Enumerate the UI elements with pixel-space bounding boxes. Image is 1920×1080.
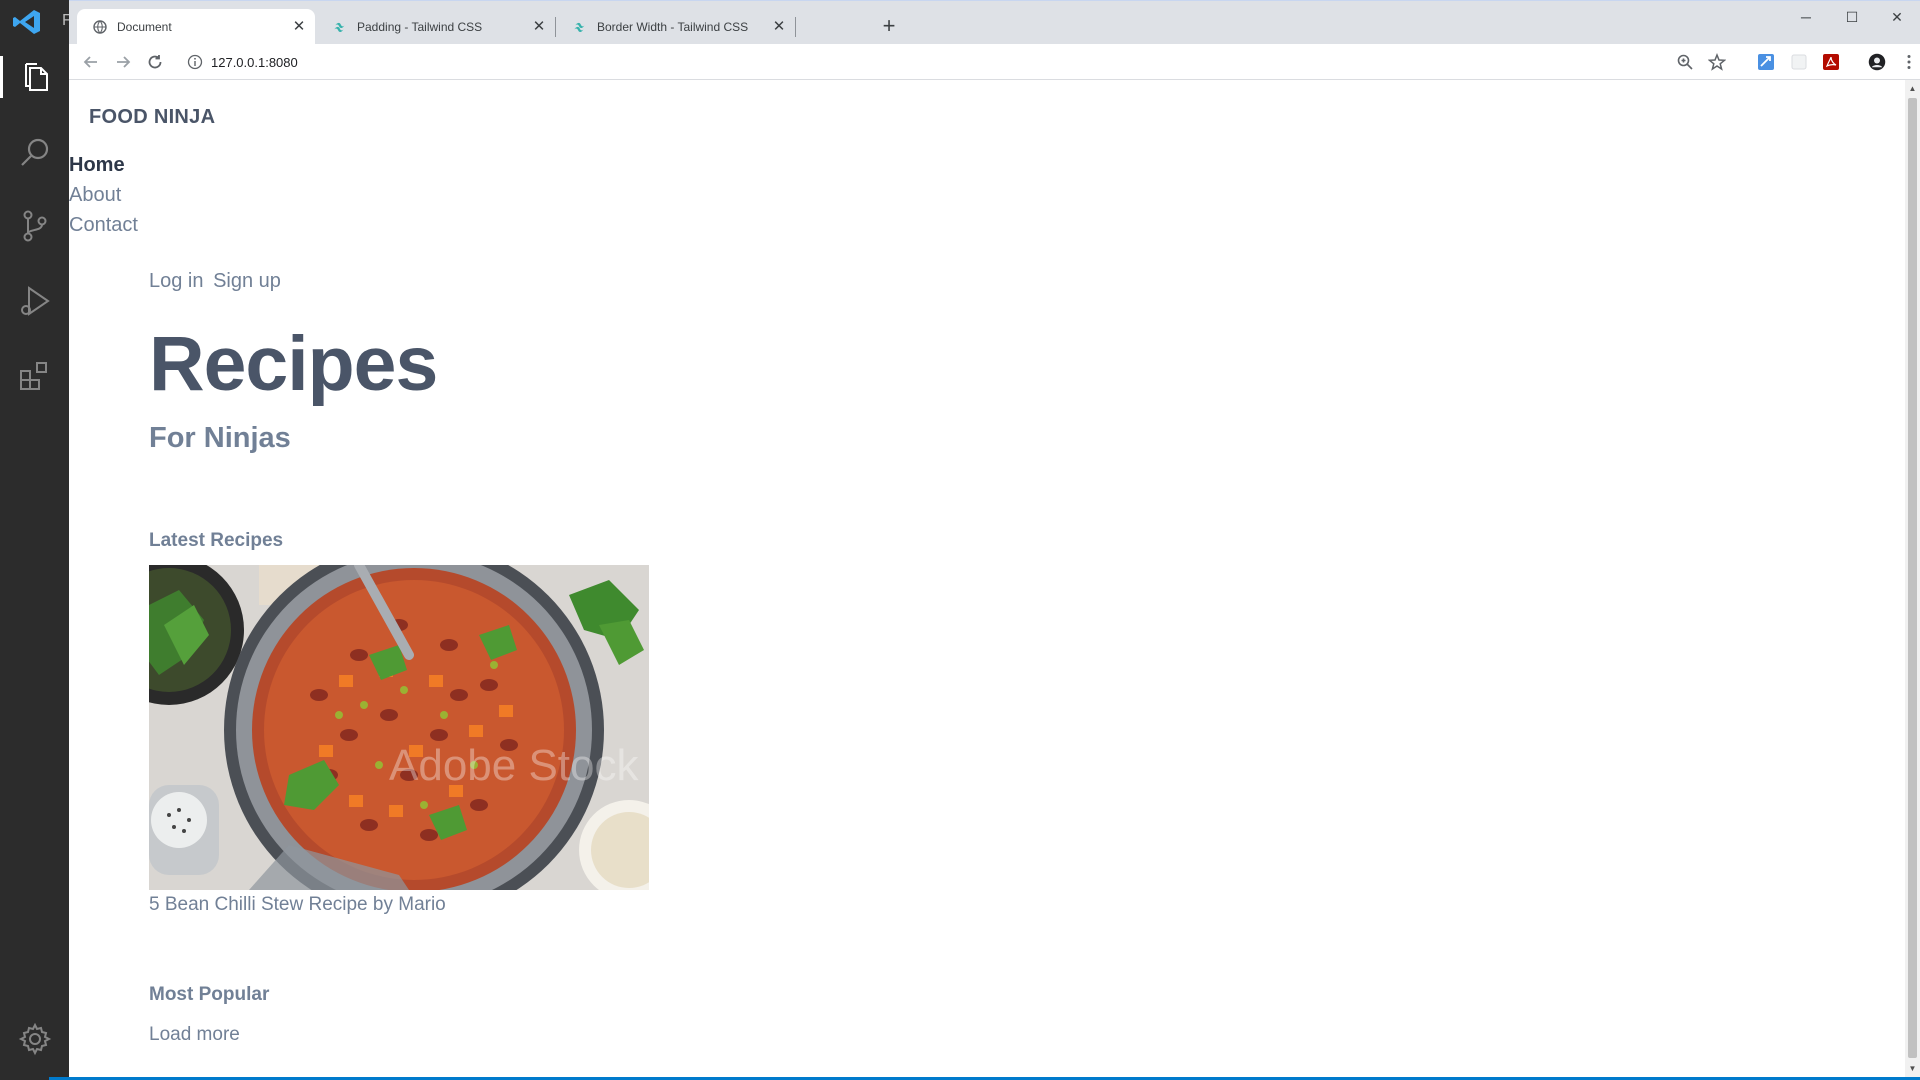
star-icon xyxy=(1708,53,1726,71)
close-tab-icon[interactable]: ✕ xyxy=(529,17,549,37)
most-popular-heading: Most Popular xyxy=(149,984,270,1005)
info-icon[interactable] xyxy=(187,54,203,70)
source-control-icon xyxy=(23,210,47,242)
zoom-icon xyxy=(1677,54,1693,70)
tab-separator xyxy=(555,17,556,37)
close-tab-icon[interactable]: ✕ xyxy=(289,17,309,37)
recipe-caption[interactable]: 5 Bean Chilli Stew Recipe by Mario xyxy=(149,894,446,916)
pdf-icon xyxy=(1823,54,1839,70)
nav-link-about[interactable]: About xyxy=(69,180,138,210)
load-more-button[interactable]: Load more xyxy=(149,1024,240,1046)
arrow-right-icon xyxy=(117,56,131,68)
recipe-image[interactable]: Adobe Stock xyxy=(149,565,649,890)
page-content: FOOD NINJA Home About Contact Log in Sig… xyxy=(69,80,1905,1078)
scroll-up-icon[interactable]: ▲ xyxy=(1908,84,1917,94)
kebab-menu-icon xyxy=(1907,55,1911,69)
tab-padding-tailwind[interactable]: Padding - Tailwind CSS ✕ xyxy=(317,9,555,45)
gear-icon xyxy=(18,1022,52,1056)
maximize-button[interactable]: ☐ xyxy=(1832,5,1872,29)
zoom-button[interactable] xyxy=(1675,52,1695,72)
chilli-stew-photo: Adobe Stock xyxy=(149,565,649,890)
menu-button[interactable] xyxy=(1899,52,1919,72)
run-debug-button[interactable] xyxy=(14,280,56,322)
forward-button[interactable] xyxy=(111,50,135,74)
tab-title: Padding - Tailwind CSS xyxy=(357,20,483,34)
site-brand[interactable]: FOOD NINJA xyxy=(89,106,215,129)
globe-icon xyxy=(93,20,107,34)
extension-blue-icon xyxy=(1758,54,1774,70)
reload-button[interactable] xyxy=(143,50,167,74)
search-icon xyxy=(21,138,49,166)
site-nav: Home About Contact xyxy=(69,150,138,240)
address-url[interactable]: 127.0.0.1:8080 xyxy=(211,55,298,70)
address-bar[interactable]: 127.0.0.1:8080 xyxy=(179,48,1737,76)
close-window-button[interactable]: ✕ xyxy=(1877,5,1917,29)
close-tab-icon[interactable]: ✕ xyxy=(769,17,789,37)
latest-recipes-heading: Latest Recipes xyxy=(149,530,284,551)
extension-button[interactable] xyxy=(1756,52,1776,72)
explorer-button[interactable] xyxy=(0,56,69,98)
browser-toolbar: 127.0.0.1:8080 xyxy=(69,44,1920,80)
tailwind-icon xyxy=(333,20,347,34)
settings-button[interactable] xyxy=(14,1018,56,1060)
page-subtitle: For Ninjas xyxy=(149,422,291,454)
scroll-down-icon[interactable]: ▼ xyxy=(1908,1064,1917,1074)
vscode-activity-bar: F xyxy=(0,0,72,1080)
search-button[interactable] xyxy=(14,132,56,174)
tab-separator xyxy=(795,17,796,37)
browser-tab-strip: Document ✕ Padding - Tailwind CSS ✕ Bord… xyxy=(69,0,1920,45)
login-link[interactable]: Log in xyxy=(149,270,204,292)
extensions-icon xyxy=(20,362,47,390)
files-icon xyxy=(25,63,48,91)
reload-icon xyxy=(148,55,162,69)
source-control-button[interactable] xyxy=(14,205,56,247)
vscode-logo-icon xyxy=(13,10,40,34)
tab-title: Document xyxy=(117,20,172,34)
scrollbar[interactable]: ▲ ▼ xyxy=(1905,80,1920,1078)
minimize-button[interactable]: ─ xyxy=(1786,5,1826,29)
extension-blank-icon xyxy=(1791,54,1807,70)
bookmark-button[interactable] xyxy=(1707,52,1727,72)
tab-document[interactable]: Document ✕ xyxy=(77,9,315,45)
profile-button[interactable] xyxy=(1865,50,1889,74)
scroll-thumb[interactable] xyxy=(1908,98,1917,1058)
extensions-button[interactable] xyxy=(14,355,56,397)
nav-link-home[interactable]: Home xyxy=(69,150,138,180)
auth-links: Log in Sign up xyxy=(149,270,285,293)
signup-link[interactable]: Sign up xyxy=(213,270,281,292)
tailwind-icon xyxy=(573,20,587,34)
extension-button[interactable] xyxy=(1789,52,1809,72)
extension-button[interactable] xyxy=(1821,52,1841,72)
page-title: Recipes xyxy=(149,321,438,407)
new-tab-button[interactable]: + xyxy=(875,13,903,41)
run-debug-icon xyxy=(21,286,50,316)
tab-border-width-tailwind[interactable]: Border Width - Tailwind CSS ✕ xyxy=(557,9,795,45)
avatar xyxy=(1868,53,1886,71)
watermark-text: Adobe Stock xyxy=(389,741,639,790)
tab-title: Border Width - Tailwind CSS xyxy=(597,20,749,34)
nav-link-contact[interactable]: Contact xyxy=(69,210,138,240)
arrow-left-icon xyxy=(83,56,97,68)
back-button[interactable] xyxy=(79,50,103,74)
